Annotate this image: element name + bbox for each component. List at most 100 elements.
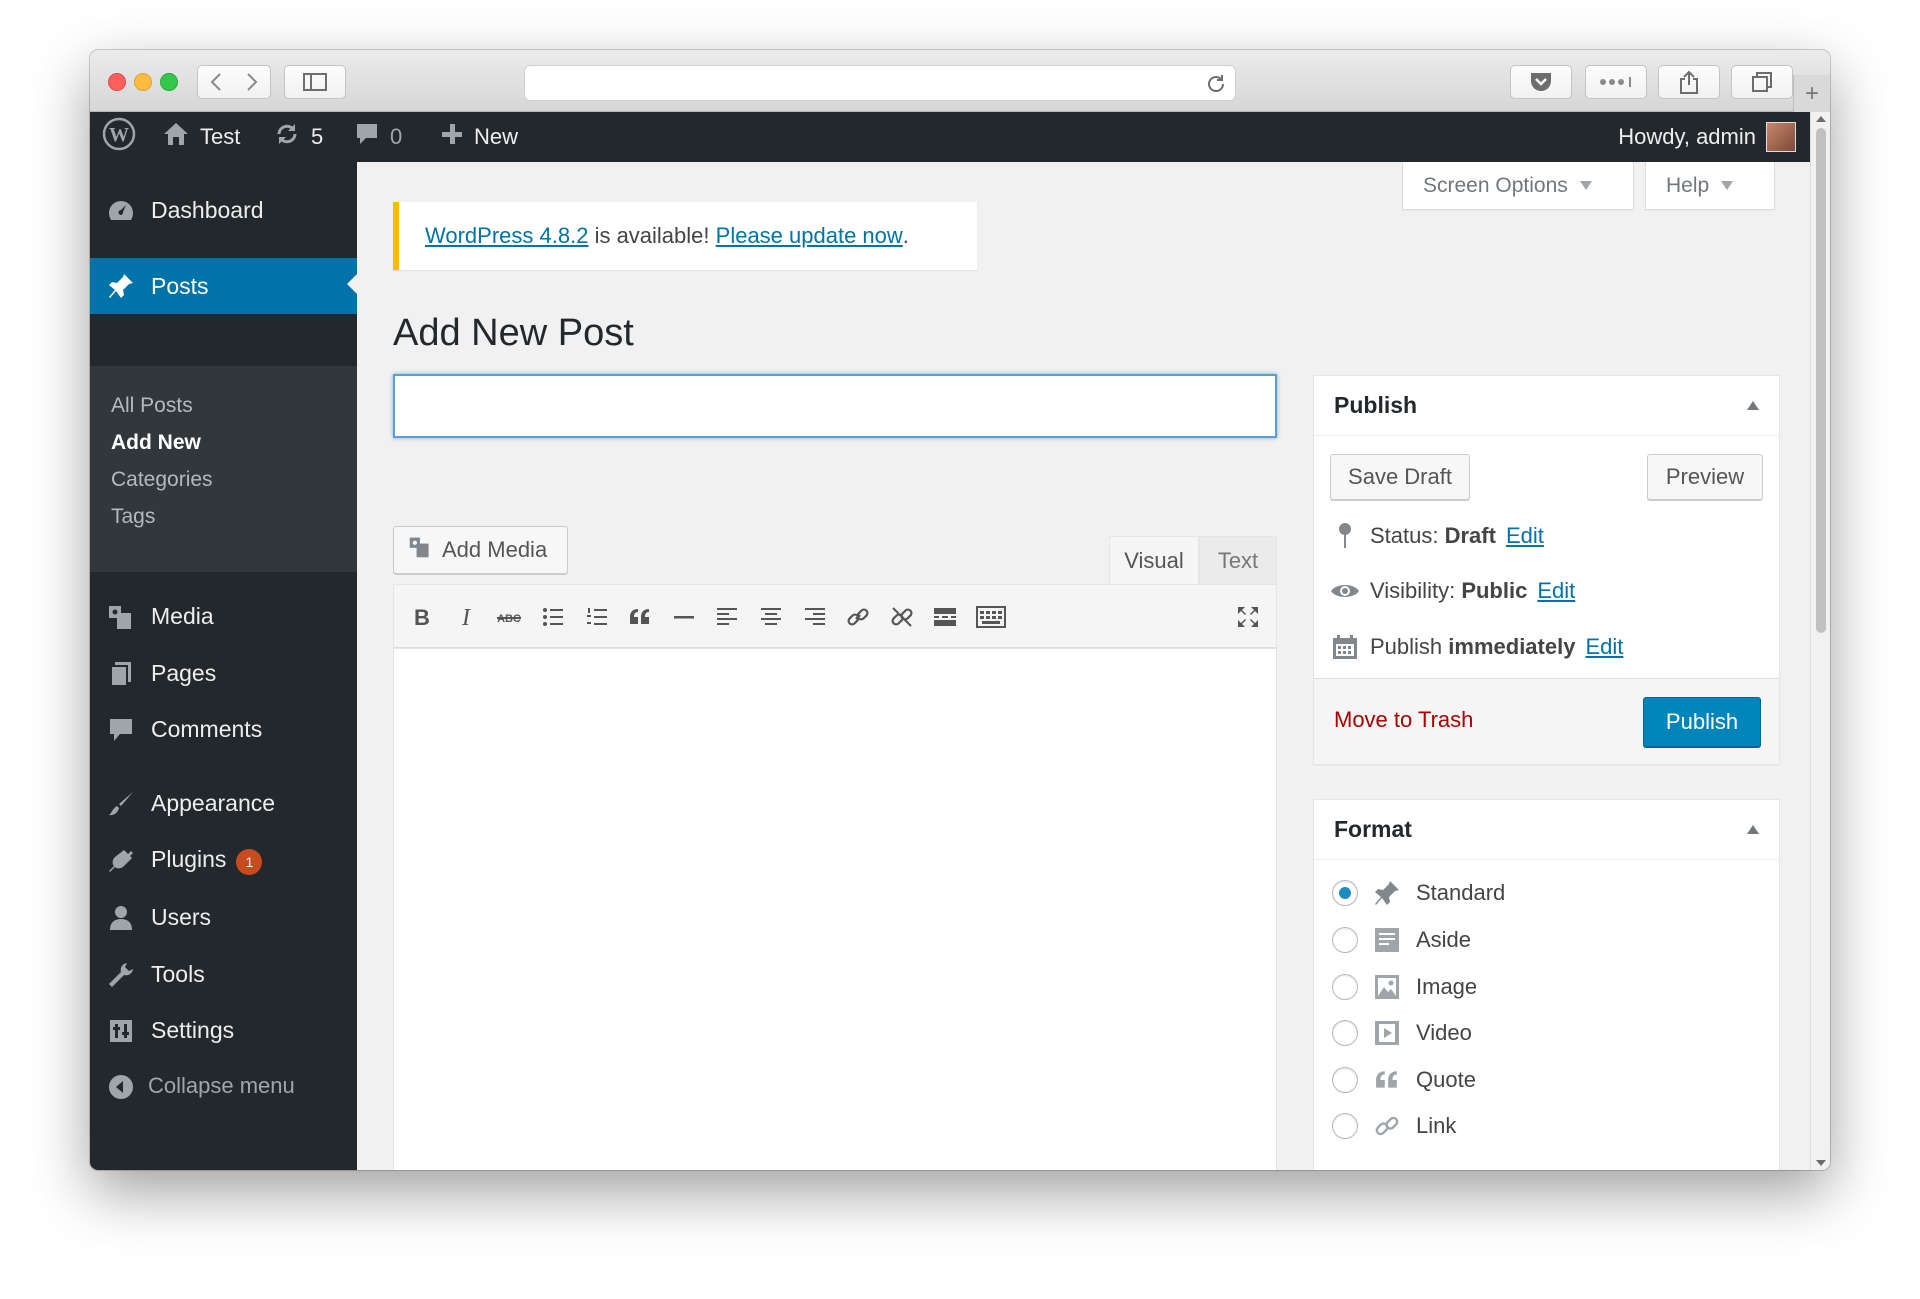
format-option-quote[interactable]: Quote <box>1332 1065 1476 1095</box>
radio-link[interactable] <box>1332 1113 1358 1139</box>
radio-video[interactable] <box>1332 1020 1358 1046</box>
sidebar-item-label: Appearance <box>151 789 276 816</box>
update-notice: WordPress 4.8.2 is available! Please upd… <box>393 202 977 270</box>
align-right-icon[interactable] <box>797 599 833 635</box>
forward-icon[interactable] <box>246 72 258 92</box>
format-option-link[interactable]: Link <box>1332 1111 1456 1141</box>
comments-menu[interactable]: 0 <box>354 112 402 162</box>
strikethrough-icon[interactable]: ABC <box>491 599 527 635</box>
close-window-button[interactable] <box>108 73 126 91</box>
scrollbar-thumb[interactable] <box>1816 128 1826 633</box>
back-icon[interactable] <box>210 72 222 92</box>
wp-logo-menu[interactable]: W <box>102 112 136 162</box>
reload-icon[interactable] <box>1205 73 1227 100</box>
read-more-icon[interactable] <box>927 599 963 635</box>
submenu-item-all-posts[interactable]: All Posts <box>111 394 193 418</box>
sidebar-item-appearance[interactable]: Appearance <box>90 777 357 829</box>
pocket-button[interactable] <box>1510 65 1572 99</box>
collapse-toggle-icon[interactable] <box>1747 401 1759 410</box>
new-content-menu[interactable]: New <box>440 112 518 162</box>
blockquote-icon[interactable] <box>622 599 658 635</box>
my-account-menu[interactable]: Howdy, admin <box>1618 112 1796 162</box>
sidebar-item-settings[interactable]: Settings <box>90 1004 357 1056</box>
post-content-editor[interactable] <box>393 648 1277 1170</box>
wrench-icon <box>106 960 136 990</box>
link-icon[interactable] <box>840 599 876 635</box>
current-menu-arrow <box>347 274 357 294</box>
edit-status-link[interactable]: Edit <box>1506 523 1544 549</box>
pocket-icon <box>1529 71 1553 93</box>
site-name-menu[interactable]: Test <box>162 112 240 162</box>
radio-quote[interactable] <box>1332 1067 1358 1093</box>
bullet-list-icon[interactable] <box>535 599 571 635</box>
edit-visibility-link[interactable]: Edit <box>1537 578 1575 604</box>
unlink-icon[interactable] <box>884 599 920 635</box>
align-center-icon[interactable] <box>753 599 789 635</box>
radio-image[interactable] <box>1332 974 1358 1000</box>
format-option-aside[interactable]: Aside <box>1332 925 1471 955</box>
format-option-video[interactable]: Video <box>1332 1018 1472 1048</box>
settings-icon <box>106 1016 136 1046</box>
updates-menu[interactable]: 5 <box>273 112 323 162</box>
zoom-window-button[interactable] <box>160 73 178 91</box>
sidebar-item-tools[interactable]: Tools <box>90 948 357 1000</box>
wordpress-version-link[interactable]: WordPress 4.8.2 <box>425 223 588 249</box>
sidebar-item-comments[interactable]: Comments <box>90 703 357 755</box>
preview-button[interactable]: Preview <box>1647 454 1763 500</box>
help-button[interactable]: Help <box>1645 162 1775 210</box>
new-tab-button[interactable]: + <box>1793 75 1830 112</box>
format-option-image[interactable]: Image <box>1332 972 1477 1002</box>
sidebar-item-dashboard[interactable]: Dashboard <box>90 184 357 236</box>
fullscreen-icon[interactable] <box>1230 599 1266 635</box>
sidebar-item-plugins[interactable]: Plugins 1 <box>90 834 357 886</box>
collapse-toggle-icon[interactable] <box>1747 825 1759 834</box>
sidebar-toggle-button[interactable] <box>284 65 346 99</box>
move-to-trash-link[interactable]: Move to Trash <box>1334 707 1473 733</box>
sidebar-item-posts[interactable]: Posts <box>90 258 357 314</box>
extensions-button[interactable] <box>1585 65 1647 99</box>
update-now-link[interactable]: Please update now <box>716 223 903 249</box>
updates-icon <box>273 121 301 153</box>
minimize-window-button[interactable] <box>134 73 152 91</box>
submenu-item-add-new[interactable]: Add New <box>111 431 201 455</box>
page-scrollbar[interactable] <box>1810 112 1830 1170</box>
radio-standard[interactable] <box>1332 880 1358 906</box>
numbered-list-icon[interactable] <box>579 599 615 635</box>
scroll-down-icon[interactable] <box>1816 1160 1826 1166</box>
pushpin-icon <box>1372 878 1402 908</box>
publish-box-title: Publish <box>1334 392 1418 418</box>
radio-aside[interactable] <box>1332 927 1358 953</box>
screen-options-button[interactable]: Screen Options <box>1402 162 1634 210</box>
save-draft-button[interactable]: Save Draft <box>1330 454 1470 500</box>
publish-button[interactable]: Publish <box>1643 697 1761 747</box>
format-option-standard[interactable]: Standard <box>1332 878 1505 908</box>
sidebar-item-label: Media <box>151 602 214 629</box>
sidebar-item-media[interactable]: Media <box>90 590 357 642</box>
submenu-item-tags[interactable]: Tags <box>111 505 155 529</box>
comments-icon <box>106 715 136 745</box>
sidebar-item-pages[interactable]: Pages <box>90 647 357 699</box>
radio-selected-dot <box>1339 887 1351 899</box>
bold-icon[interactable]: B <box>404 599 440 635</box>
edit-date-link[interactable]: Edit <box>1585 634 1623 660</box>
publish-actions: Move to Trash Publish <box>1314 678 1779 764</box>
collapse-menu-button[interactable]: Collapse menu <box>90 1060 357 1112</box>
post-title-input[interactable] <box>393 374 1277 438</box>
toolbar-toggle-icon[interactable] <box>971 599 1011 635</box>
format-box-header[interactable]: Format <box>1314 800 1779 860</box>
italic-icon[interactable]: I <box>448 599 484 635</box>
tab-text[interactable]: Text <box>1199 536 1277 584</box>
tabs-overview-button[interactable] <box>1731 65 1793 99</box>
sidebar-item-label: Comments <box>151 715 263 742</box>
back-forward-buttons <box>197 65 271 99</box>
add-media-button[interactable]: Add Media <box>393 526 568 574</box>
tab-visual[interactable]: Visual <box>1109 536 1199 584</box>
align-left-icon[interactable] <box>709 599 745 635</box>
sidebar-item-users[interactable]: Users <box>90 891 357 943</box>
scroll-up-icon[interactable] <box>1816 116 1826 122</box>
address-bar[interactable] <box>524 65 1236 101</box>
publish-box-header[interactable]: Publish <box>1314 376 1779 436</box>
submenu-item-categories[interactable]: Categories <box>111 468 213 492</box>
share-button[interactable] <box>1658 65 1720 99</box>
horizontal-line-icon[interactable] <box>666 599 702 635</box>
